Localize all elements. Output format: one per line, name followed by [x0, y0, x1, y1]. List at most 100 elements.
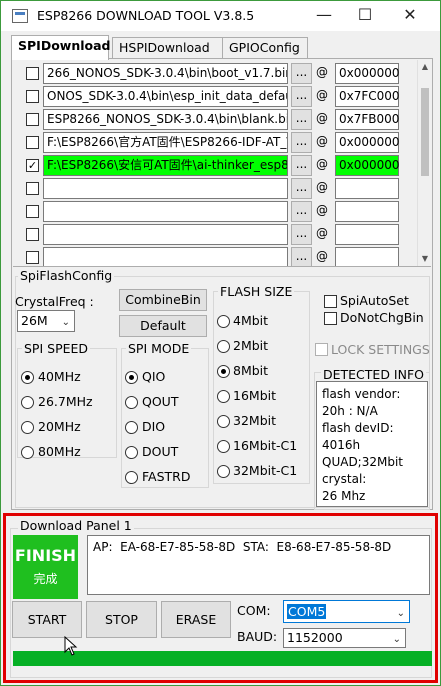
- file-row: ... @: [13, 223, 417, 246]
- speed-label: 20MHz: [38, 419, 81, 434]
- download-panel-title: Download Panel 1: [18, 518, 134, 533]
- tab-hspidownload[interactable]: HSPIDownload: [112, 37, 224, 59]
- close-button[interactable]: ✕: [387, 1, 433, 31]
- file-path-input[interactable]: F:\ESP8266\安信可AT固件\ai-thinker_esp82: [43, 155, 288, 176]
- speed-radio-20mhz[interactable]: [21, 421, 34, 434]
- file-row: ... @: [13, 246, 417, 266]
- detected-info-title: DETECTED INFO: [321, 367, 426, 382]
- start-button[interactable]: START: [12, 601, 82, 638]
- mode-label: DOUT: [142, 444, 179, 459]
- tab-gpioconfig[interactable]: GPIOConfig: [222, 37, 308, 59]
- browse-button[interactable]: ...: [291, 63, 312, 84]
- file-checkbox[interactable]: [26, 251, 39, 264]
- chevron-down-icon: ⌄: [61, 317, 70, 328]
- scroll-thumb[interactable]: [421, 88, 429, 176]
- status-subtext: 完成: [33, 572, 58, 586]
- address-input[interactable]: 0x7FB000: [335, 109, 399, 130]
- default-button[interactable]: Default: [119, 315, 207, 337]
- size-label: 8Mbit: [233, 363, 269, 378]
- file-checkbox[interactable]: [26, 113, 39, 126]
- file-checkbox[interactable]: [26, 205, 39, 218]
- do-not-chg-bin-checkbox[interactable]: [324, 312, 337, 325]
- stop-button[interactable]: STOP: [86, 601, 157, 638]
- mode-label: QIO: [142, 369, 166, 384]
- spi-mode-title: SPI MODE: [126, 341, 192, 356]
- file-path-input[interactable]: ONOS_SDK-3.0.4\bin\esp_init_data_defau: [43, 86, 288, 107]
- address-input[interactable]: 0x000000: [335, 132, 400, 153]
- address-input[interactable]: 0x000000: [335, 155, 400, 176]
- mode-radio-fastrd[interactable]: [125, 471, 138, 484]
- crystal-freq-label: CrystalFreq :: [15, 294, 94, 309]
- mode-label: DIO: [142, 419, 166, 434]
- file-checkbox[interactable]: [26, 136, 39, 149]
- scroll-down-icon[interactable]: ▼: [418, 252, 431, 266]
- maximize-button[interactable]: ☐: [342, 1, 388, 31]
- at-label: @: [316, 180, 328, 194]
- status-text: FINISH: [14, 546, 77, 565]
- address-input[interactable]: [335, 178, 399, 199]
- at-label: @: [316, 157, 328, 171]
- mode-radio-qio[interactable]: [125, 371, 138, 384]
- browse-button[interactable]: ...: [291, 155, 312, 176]
- spidownload-panel: 266_NONOS_SDK-3.0.4\bin\boot_v1.7.bin ..…: [11, 58, 433, 510]
- file-path-input[interactable]: 266_NONOS_SDK-3.0.4\bin\boot_v1.7.bin: [43, 63, 288, 84]
- speed-label: 40MHz: [38, 369, 81, 384]
- file-path-input[interactable]: ESP8266_NONOS_SDK-3.0.4\bin\blank.bir: [43, 109, 288, 130]
- file-checkbox[interactable]: [26, 67, 39, 80]
- lock-settings-checkbox[interactable]: [315, 343, 328, 356]
- browse-button[interactable]: ...: [291, 132, 312, 153]
- browse-button[interactable]: ...: [291, 224, 312, 245]
- size-radio-16mbit-c1[interactable]: [217, 440, 230, 453]
- size-radio-2mbit[interactable]: [217, 340, 230, 353]
- file-checkbox[interactable]: [26, 182, 39, 195]
- file-checkbox[interactable]: [26, 90, 39, 103]
- size-radio-32mbit-c1[interactable]: [217, 465, 230, 478]
- file-list-scrollbar[interactable]: ▲ ▼: [417, 60, 431, 266]
- baud-select[interactable]: 1152000 ⌄: [283, 628, 406, 648]
- browse-button[interactable]: ...: [291, 201, 312, 222]
- file-row: ... @: [13, 177, 417, 200]
- erase-button[interactable]: ERASE: [161, 601, 231, 638]
- mouse-cursor-icon: [64, 636, 78, 656]
- file-path-input[interactable]: [43, 201, 288, 222]
- crystal-freq-select[interactable]: 26M ⌄: [17, 310, 75, 332]
- spi-speed-title: SPI SPEED: [22, 341, 91, 356]
- address-input[interactable]: [335, 247, 399, 266]
- file-row: F:\ESP8266\官方AT固件\ESP8266-IDF-AT_\ ... @…: [13, 131, 417, 154]
- speed-label: 80MHz: [38, 444, 81, 459]
- mode-radio-dio[interactable]: [125, 421, 138, 434]
- scroll-up-icon[interactable]: ▲: [418, 60, 431, 74]
- size-radio-16mbit[interactable]: [217, 390, 230, 403]
- address-input[interactable]: 0x000000: [335, 63, 400, 84]
- browse-button[interactable]: ...: [291, 178, 312, 199]
- mode-radio-dout[interactable]: [125, 446, 138, 459]
- file-path-input[interactable]: F:\ESP8266\官方AT固件\ESP8266-IDF-AT_\: [43, 132, 288, 153]
- file-checkbox[interactable]: [26, 228, 39, 241]
- browse-button[interactable]: ...: [291, 109, 312, 130]
- download-panel: Download Panel 1 FINISH 完成 AP: EA-68-E7-…: [3, 513, 438, 683]
- address-input[interactable]: 0x7FC000: [335, 86, 400, 107]
- address-input[interactable]: [335, 201, 399, 222]
- address-input[interactable]: [335, 224, 399, 245]
- info-line: 26 Mhz: [322, 489, 366, 503]
- detected-info-text: flash vendor: 20h : N/A flash devID: 401…: [316, 381, 428, 507]
- do-not-chg-bin-label: DoNotChgBin: [340, 310, 424, 325]
- file-path-input[interactable]: [43, 224, 288, 245]
- file-path-input[interactable]: [43, 178, 288, 199]
- size-radio-4mbit[interactable]: [217, 315, 230, 328]
- size-radio-8mbit[interactable]: [217, 365, 230, 378]
- browse-button[interactable]: ...: [291, 86, 312, 107]
- tab-spidownload[interactable]: SPIDownload: [11, 35, 110, 60]
- size-radio-32mbit[interactable]: [217, 415, 230, 428]
- file-checkbox[interactable]: ✓: [26, 159, 39, 172]
- speed-radio-40mhz[interactable]: [21, 371, 34, 384]
- mode-radio-qout[interactable]: [125, 396, 138, 409]
- spi-auto-set-checkbox[interactable]: [324, 295, 337, 308]
- file-path-input[interactable]: [43, 247, 288, 266]
- speed-radio-26mhz[interactable]: [21, 396, 34, 409]
- com-select[interactable]: COM5 ⌄: [283, 600, 410, 623]
- speed-radio-80mhz[interactable]: [21, 446, 34, 459]
- combine-bin-button[interactable]: CombineBin: [119, 289, 207, 311]
- minimize-button[interactable]: —: [301, 1, 347, 31]
- browse-button[interactable]: ...: [291, 247, 312, 266]
